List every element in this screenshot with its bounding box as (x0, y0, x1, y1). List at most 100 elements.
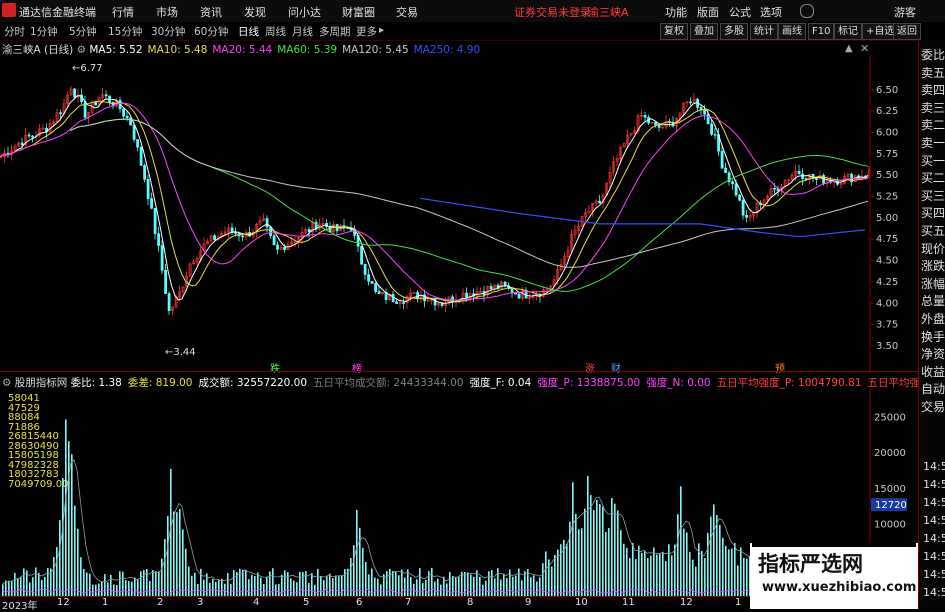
sidebar-item[interactable]: 卖五 (921, 64, 945, 81)
event-tag-finance[interactable]: 财 (611, 360, 621, 375)
volume-bar (614, 504, 616, 596)
candle (144, 165, 146, 179)
sidebar-item[interactable]: 自动 (921, 380, 945, 397)
volume-bar (686, 532, 688, 596)
menu-function[interactable]: 功能 (665, 4, 687, 20)
period-daily[interactable]: 日线 (238, 24, 259, 39)
volume-bar (479, 577, 481, 596)
mark-button[interactable]: 标记 (834, 23, 862, 40)
sidebar-item[interactable]: 买二 (921, 169, 945, 186)
collapse-icon[interactable]: ▲ (845, 43, 853, 54)
volume-bar (224, 584, 226, 596)
sidebar-item[interactable]: 涨幅 (921, 275, 945, 292)
menu-news[interactable]: 资讯 (200, 4, 222, 20)
price-y-tick: 5.75 (876, 149, 898, 160)
close-icon[interactable]: ✕ (860, 42, 869, 55)
price-y-tick: 6.25 (876, 106, 898, 117)
volume-bar (605, 532, 607, 596)
volume-bar (536, 582, 538, 596)
menu-trade[interactable]: 交易 (396, 4, 418, 20)
volume-bar (215, 582, 217, 596)
volume-bar (80, 557, 82, 596)
period-intraday[interactable]: 分时 (4, 24, 25, 39)
volume-bar (638, 546, 640, 596)
candle (308, 229, 310, 231)
period-multi[interactable]: 多周期 (319, 24, 351, 39)
menu-discover[interactable]: 发现 (244, 4, 266, 20)
sidebar-item[interactable]: 涨跌 (921, 257, 945, 274)
volume-bar (719, 525, 721, 596)
menu-quotes[interactable]: 行情 (112, 4, 134, 20)
period-more[interactable]: 更多 (356, 24, 377, 39)
user-name[interactable]: 游客 (894, 4, 916, 20)
sidebar-item[interactable]: 买三 (921, 187, 945, 204)
period-1min[interactable]: 1分钟 (30, 24, 58, 39)
login-alert[interactable]: 证券交易未登录 (514, 4, 591, 20)
sidebar-item[interactable]: 买五 (921, 222, 945, 239)
period-5min[interactable]: 5分钟 (69, 24, 97, 39)
menu-market[interactable]: 市场 (156, 4, 178, 20)
overlay-button[interactable]: 叠加 (690, 23, 718, 40)
menu-options[interactable]: 选项 (760, 4, 782, 20)
volume-bar (494, 578, 496, 596)
sidebar-item[interactable]: 交易 (921, 398, 945, 415)
multi-stock-button[interactable]: 多股 (720, 23, 748, 40)
sidebar-item[interactable]: 换手 (921, 328, 945, 345)
price-chart[interactable]: 6.506.256.005.755.505.255.004.754.504.25… (0, 56, 918, 371)
period-30min[interactable]: 30分钟 (151, 24, 185, 39)
period-monthly[interactable]: 月线 (292, 24, 313, 39)
adjust-button[interactable]: 复权 (660, 23, 688, 40)
volume-bar (650, 556, 652, 596)
f10-button[interactable]: F10 (808, 23, 834, 40)
menu-wealth[interactable]: 财富圈 (342, 4, 375, 20)
menu-formula[interactable]: 公式 (729, 4, 751, 20)
sidebar-item[interactable]: 买一 (921, 152, 945, 169)
event-tag-forecast[interactable]: 预 (775, 360, 785, 375)
sidebar-item[interactable]: 现价 (921, 240, 945, 257)
trade-time: 14:56 (923, 568, 945, 581)
back-button[interactable]: 返回 (893, 23, 921, 40)
period-60min[interactable]: 60分钟 (194, 24, 228, 39)
menu-layout[interactable]: 版面 (697, 4, 719, 20)
sidebar-item[interactable]: 买四 (921, 204, 945, 221)
period-weekly[interactable]: 周线 (265, 24, 286, 39)
ma-label-4: MA120: 5.45 (342, 44, 409, 56)
more-chevron-icon[interactable]: ▸ (379, 24, 384, 36)
volume-bar (335, 575, 337, 596)
event-tag-rank[interactable]: 榜 (352, 360, 362, 375)
sidebar-item[interactable]: 总量 (921, 292, 945, 309)
volume-bar (647, 558, 649, 596)
ma-settings-icon[interactable]: ⚙ (77, 44, 86, 56)
sidebar-item[interactable]: 卖四 (921, 81, 945, 98)
candle (368, 275, 370, 282)
volume-bar (545, 551, 547, 596)
volume-bar (11, 581, 13, 596)
stock-name-header: 渝三峡A (588, 4, 629, 20)
volume-bar (539, 577, 541, 596)
volume-bar (722, 538, 724, 596)
period-15min[interactable]: 15分钟 (108, 24, 142, 39)
event-tag-fall[interactable]: 跌 (270, 360, 280, 375)
sidebar-item[interactable]: 外盘 (921, 310, 945, 327)
candle (60, 113, 62, 114)
volume-y-tick: 15000 (874, 484, 906, 495)
menu-ask[interactable]: 问小达 (288, 4, 321, 20)
sidebar-item[interactable]: 卖二 (921, 116, 945, 133)
statistics-button[interactable]: 统计 (750, 23, 778, 40)
volume-bar (611, 498, 613, 596)
volume-bar (725, 546, 727, 596)
volume-bar (626, 548, 628, 596)
candle (140, 147, 142, 165)
volume-bar (32, 577, 34, 596)
sidebar-item[interactable]: 净资 (921, 345, 945, 362)
sidebar-item[interactable]: 收益 (921, 363, 945, 380)
candle (721, 151, 723, 168)
sidebar-item[interactable]: 卖一 (921, 134, 945, 151)
volume-bar (284, 570, 286, 596)
event-tag-rise[interactable]: 涨 (585, 360, 595, 375)
draw-line-button[interactable]: 画线 (778, 23, 806, 40)
candle (28, 135, 30, 136)
sidebar-item[interactable]: 委比 (921, 46, 945, 63)
sidebar-item[interactable]: 卖三 (921, 99, 945, 116)
candle (658, 125, 660, 127)
